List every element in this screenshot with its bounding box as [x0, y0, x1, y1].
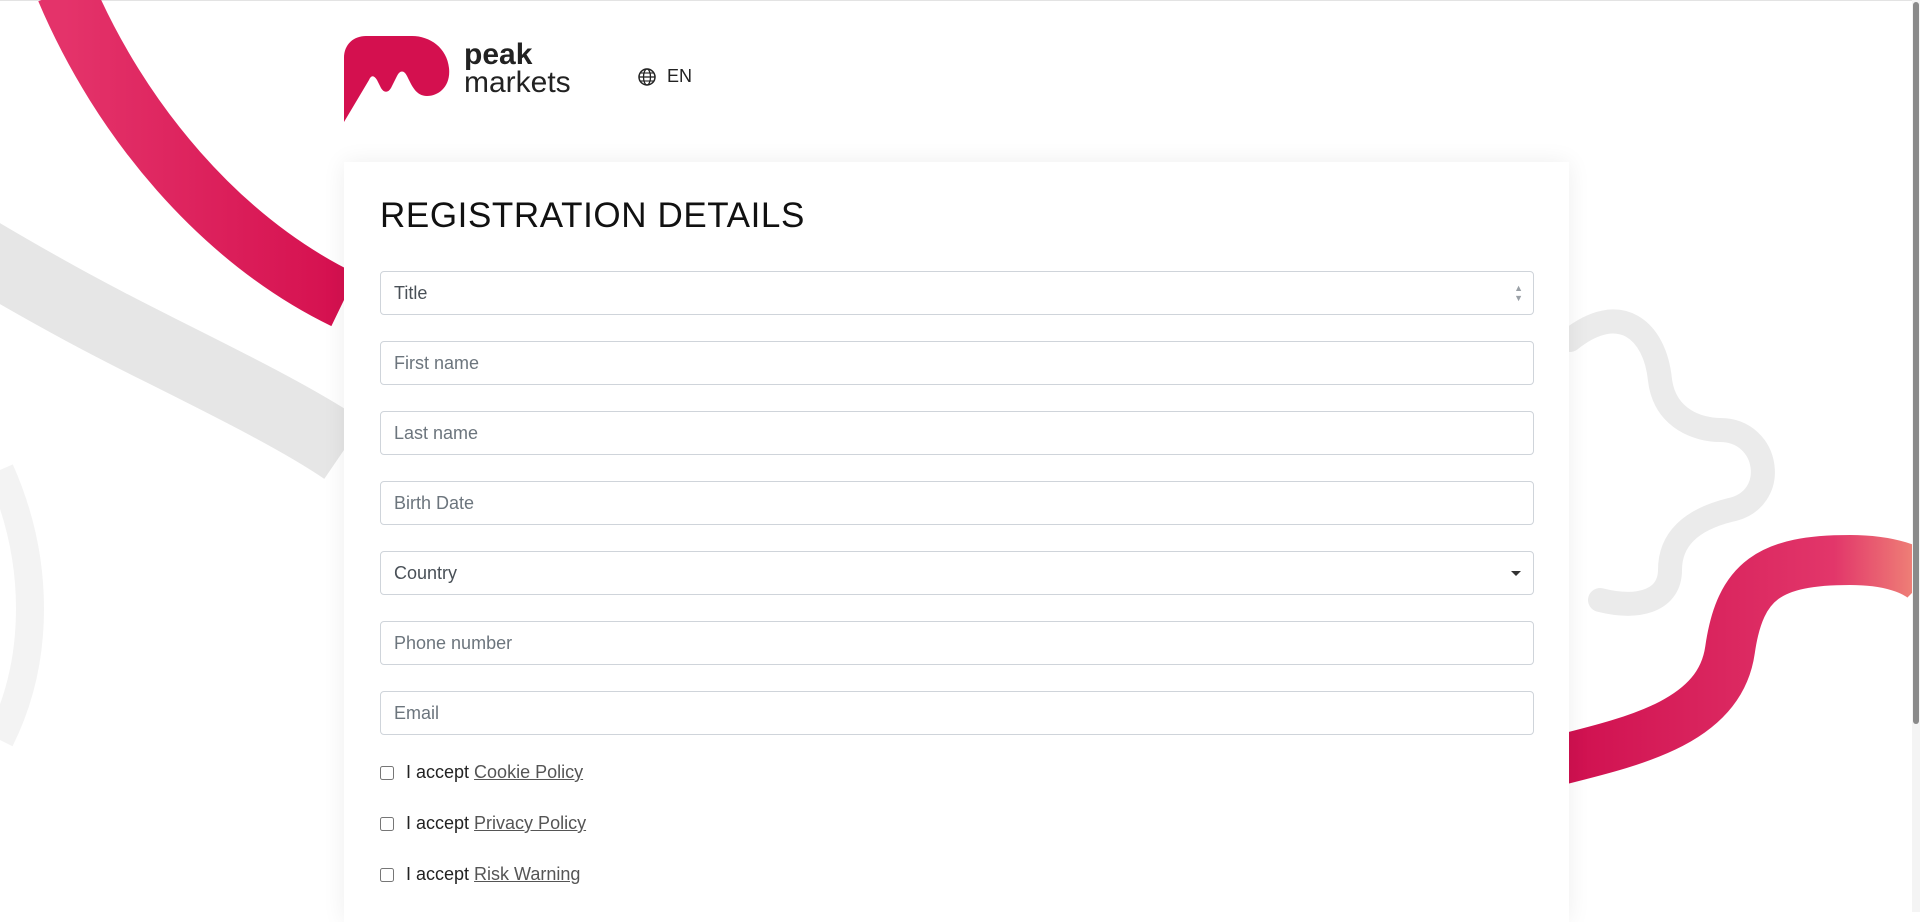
birth-date-input[interactable] [380, 481, 1534, 525]
updown-arrows-icon: ▲ ▼ [1514, 283, 1523, 303]
peak-markets-logo[interactable]: peak markets [344, 34, 574, 124]
page-title: REGISTRATION DETAILS [380, 196, 805, 235]
language-label: EN [667, 66, 693, 86]
risk-warning-link[interactable]: Risk Warning [474, 864, 580, 885]
cookie-policy-link[interactable]: Cookie Policy [474, 762, 583, 783]
caret-down-icon [1511, 571, 1521, 576]
registration-card: REGISTRATION DETAILS Title ▲▼ Country I … [344, 162, 1569, 922]
last-name-input[interactable] [380, 411, 1534, 455]
globe-icon [638, 67, 656, 86]
consent-prefix: I accept [406, 762, 470, 782]
country-select[interactable]: Country [380, 551, 1534, 595]
first-name-input[interactable] [380, 341, 1534, 385]
cookie-policy-checkbox[interactable] [380, 765, 394, 780]
privacy-policy-link[interactable]: Privacy Policy [474, 813, 586, 834]
page-scrollbar[interactable] [1912, 0, 1920, 912]
country-select-value: Country [394, 562, 458, 583]
phone-number-input[interactable] [380, 621, 1534, 665]
privacy-policy-checkbox[interactable] [380, 816, 394, 831]
cookie-policy-consent: I accept Cookie Policy [380, 762, 583, 783]
risk-warning-consent: I accept Risk Warning [380, 864, 580, 885]
title-select-value: Title [394, 282, 428, 303]
logo-text-markets: markets [464, 66, 571, 99]
risk-warning-checkbox[interactable] [380, 867, 394, 882]
title-select[interactable]: Title ▲ ▼ [380, 271, 1534, 315]
consent-prefix: I accept [406, 864, 470, 884]
privacy-policy-consent: I accept Privacy Policy [380, 813, 586, 834]
logo-mark-icon: peak markets [344, 36, 571, 122]
language-selector[interactable]: EN [637, 66, 692, 87]
scrollbar-thumb[interactable] [1913, 2, 1919, 724]
email-input[interactable] [380, 691, 1534, 735]
consent-prefix: I accept [406, 813, 470, 833]
